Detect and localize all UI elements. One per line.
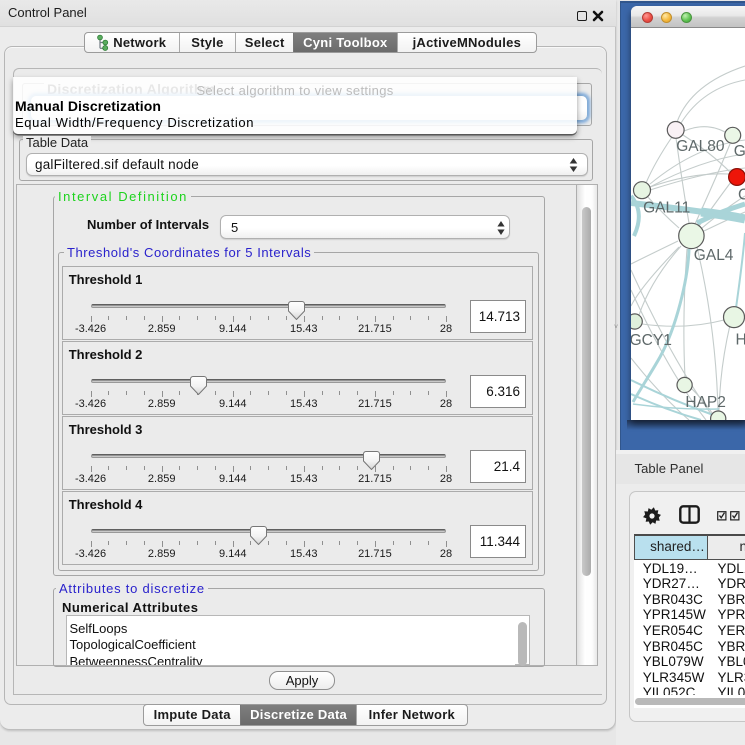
svg-text:GAL11: GAL11 [643, 200, 690, 217]
svg-text:HAP2: HAP2 [685, 394, 726, 411]
svg-text:GAL2: GAL2 [734, 143, 745, 160]
svg-text:GAL80: GAL80 [676, 138, 725, 155]
svg-text:HIS: HIS [736, 332, 745, 349]
svg-text:GCY1: GCY1 [631, 332, 672, 349]
svg-text:CDC: CDC [738, 187, 745, 204]
svg-text:GAL4: GAL4 [694, 247, 734, 264]
